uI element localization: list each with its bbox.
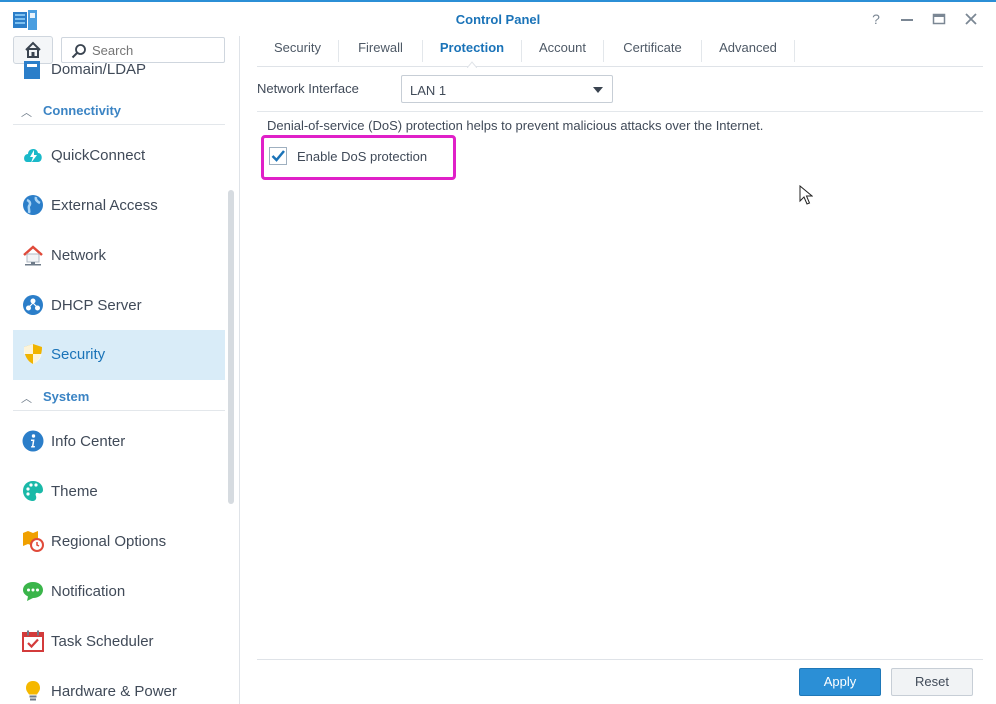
active-tab-indicator bbox=[467, 61, 477, 68]
shield-icon bbox=[24, 344, 42, 364]
sidebar-item-label: Task Scheduler bbox=[51, 633, 154, 650]
mouse-cursor-icon bbox=[799, 185, 813, 205]
checkmark-icon bbox=[271, 150, 285, 162]
sidebar-item-external-access[interactable]: External Access bbox=[13, 181, 225, 231]
sidebar-item-network[interactable]: Network bbox=[13, 231, 225, 281]
tab-firewall[interactable]: Firewall bbox=[339, 40, 423, 62]
reset-button[interactable]: Reset bbox=[891, 668, 973, 696]
palette-icon bbox=[23, 481, 43, 501]
sidebar-item-hardware-power[interactable]: Hardware & Power bbox=[13, 667, 225, 704]
sidebar-item-domain-ldap[interactable]: Domain/LDAP bbox=[13, 45, 225, 85]
quickconnect-icon bbox=[24, 148, 42, 163]
divider bbox=[257, 111, 983, 112]
sidebar-item-quickconnect[interactable]: QuickConnect bbox=[13, 131, 225, 181]
sidebar-item-label: Theme bbox=[51, 483, 98, 500]
house-network-icon bbox=[23, 245, 43, 266]
sidebar-scrollbar[interactable] bbox=[228, 190, 234, 504]
network-interface-label: Network Interface bbox=[257, 81, 359, 96]
dropdown-arrow-icon bbox=[593, 87, 603, 93]
network-interface-select[interactable]: LAN 1 bbox=[401, 75, 613, 103]
sidebar-item-task-scheduler[interactable]: Task Scheduler bbox=[13, 617, 225, 667]
sidebar-item-dhcp-server[interactable]: DHCP Server bbox=[13, 281, 225, 331]
close-icon[interactable] bbox=[962, 10, 980, 28]
sidebar: Domain/LDAP ︿ Connectivity QuickConnect … bbox=[0, 36, 240, 704]
sidebar-item-security[interactable]: Security bbox=[13, 330, 225, 380]
tab-protection[interactable]: Protection bbox=[423, 40, 522, 62]
enable-dos-label[interactable]: Enable DoS protection bbox=[297, 149, 427, 164]
tab-security[interactable]: Security bbox=[257, 40, 339, 62]
dos-description: Denial-of-service (DoS) protection helps… bbox=[267, 118, 764, 133]
group-label: Connectivity bbox=[43, 103, 122, 118]
window-title: Control Panel bbox=[455, 12, 541, 27]
sidebar-item-theme[interactable]: Theme bbox=[13, 467, 225, 517]
info-icon bbox=[22, 430, 44, 452]
network-interface-value: LAN 1 bbox=[410, 83, 447, 98]
domain-ldap-icon bbox=[24, 61, 40, 79]
tab-advanced[interactable]: Advanced bbox=[702, 40, 795, 62]
chevron-up-icon: ︿ bbox=[21, 107, 32, 119]
sidebar-item-label: Hardware & Power bbox=[51, 683, 177, 700]
maximize-icon[interactable] bbox=[930, 10, 948, 28]
help-icon[interactable]: ? bbox=[867, 10, 885, 28]
sidebar-item-label: External Access bbox=[51, 197, 158, 214]
sidebar-item-label: DHCP Server bbox=[51, 297, 142, 314]
regional-clock-icon bbox=[23, 531, 44, 552]
sidebar-item-label: QuickConnect bbox=[51, 147, 146, 164]
sidebar-item-label: Network bbox=[51, 247, 107, 264]
minimize-icon[interactable] bbox=[898, 10, 916, 28]
dhcp-icon bbox=[23, 295, 43, 315]
globe-icon bbox=[23, 195, 43, 215]
chat-bubble-icon bbox=[23, 582, 43, 601]
sidebar-item-label: Security bbox=[51, 346, 106, 363]
enable-dos-checkbox[interactable] bbox=[269, 147, 287, 165]
tab-bar: Security Firewall Protection Account Cer… bbox=[257, 36, 983, 67]
sidebar-item-info-center[interactable]: Info Center bbox=[13, 417, 225, 467]
tab-certificate[interactable]: Certificate bbox=[604, 40, 702, 62]
tab-account[interactable]: Account bbox=[522, 40, 604, 62]
calendar-check-icon bbox=[22, 630, 44, 652]
chevron-up-icon: ︿ bbox=[21, 393, 32, 405]
group-header-connectivity[interactable]: ︿ Connectivity bbox=[13, 97, 225, 125]
lightbulb-icon bbox=[26, 681, 40, 701]
group-header-system[interactable]: ︿ System bbox=[13, 383, 225, 411]
sidebar-item-label: Domain/LDAP bbox=[51, 61, 147, 78]
sidebar-item-label: Regional Options bbox=[51, 533, 167, 550]
sidebar-item-notification[interactable]: Notification bbox=[13, 567, 225, 617]
footer-divider bbox=[257, 659, 983, 660]
apply-button[interactable]: Apply bbox=[799, 668, 881, 696]
sidebar-item-regional-options[interactable]: Regional Options bbox=[13, 517, 225, 567]
sidebar-item-label: Notification bbox=[51, 583, 126, 600]
group-label: System bbox=[43, 389, 90, 404]
window-titlebar: Control Panel ? bbox=[0, 0, 996, 36]
sidebar-item-label: Info Center bbox=[51, 433, 126, 450]
